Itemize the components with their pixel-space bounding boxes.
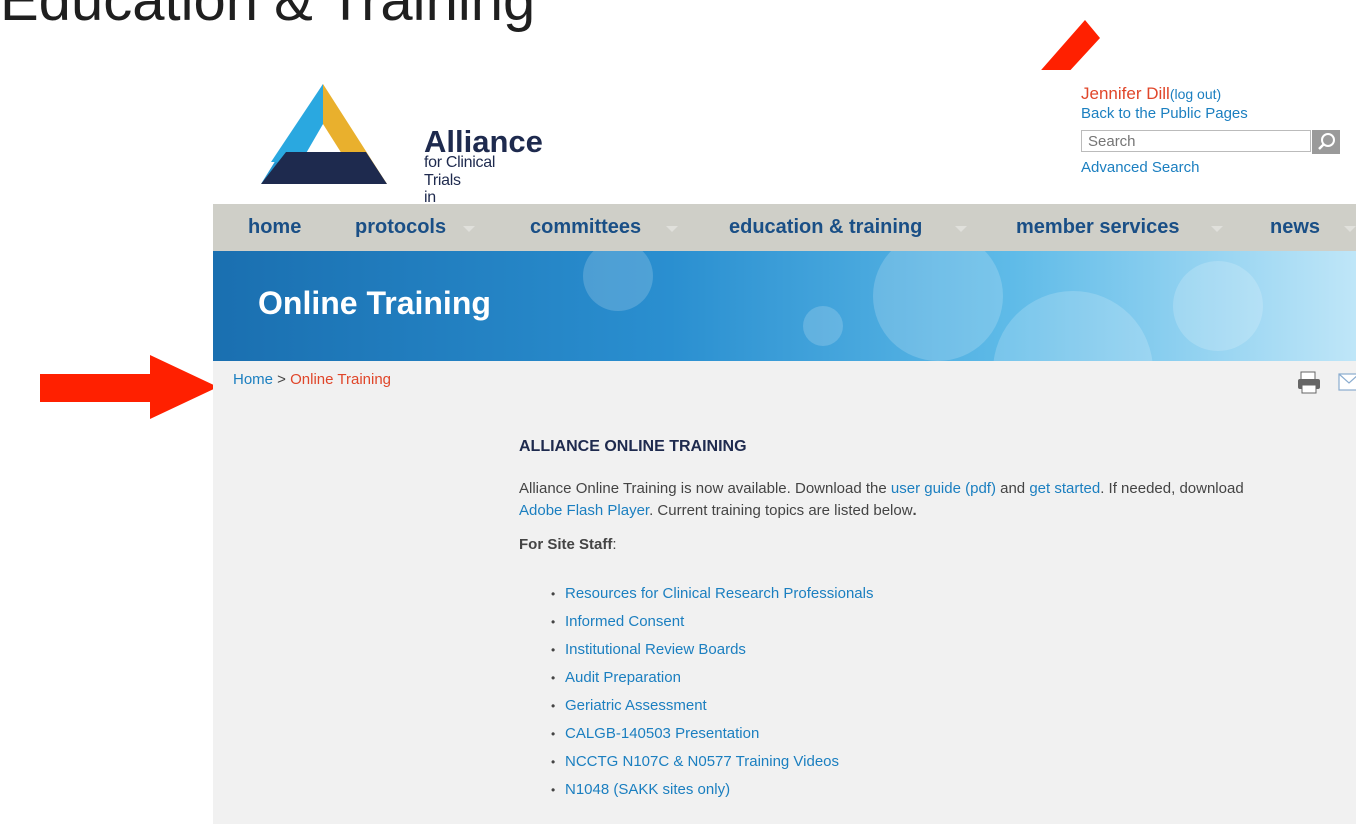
advanced-search-link[interactable]: Advanced Search <box>1081 159 1199 176</box>
content-heading: ALLIANCE ONLINE TRAINING <box>519 438 747 455</box>
nav-protocols[interactable]: protocols <box>355 216 446 239</box>
list-item: CALGB-140503 Presentation <box>551 724 1259 744</box>
list-item: NCCTG N107C & N0577 Training Videos <box>551 752 1259 772</box>
website-frame: Alliance for Clinical Trials in Oncology… <box>213 70 1356 824</box>
logo-subtitle-line1: for Clinical Trials <box>424 154 496 189</box>
nav-member-services[interactable]: member services <box>1016 216 1179 239</box>
nav-home[interactable]: home <box>248 216 301 239</box>
page-title: Online Training <box>258 285 491 321</box>
nav-committees[interactable]: committees <box>530 216 641 239</box>
slide-title: Education & Training <box>0 0 536 33</box>
get-started-link[interactable]: get started <box>1029 480 1100 497</box>
topic-link[interactable]: Audit Preparation <box>565 669 681 686</box>
back-to-public-link[interactable]: Back to the Public Pages <box>1081 105 1248 122</box>
chevron-down-icon <box>1344 226 1356 232</box>
breadcrumb-separator: > <box>273 371 291 388</box>
user-area: Jennifer Dill(log out) Back to the Publi… <box>1081 84 1248 122</box>
topic-link[interactable]: Informed Consent <box>565 613 684 630</box>
annotation-arrow-breadcrumb-head <box>150 355 218 419</box>
list-item: Resources for Clinical Research Professi… <box>551 584 1259 604</box>
chevron-down-icon <box>955 226 967 232</box>
topic-link[interactable]: Geriatric Assessment <box>565 697 707 714</box>
triangle-logo-icon <box>261 84 387 184</box>
user-name[interactable]: Jennifer Dill <box>1081 84 1170 103</box>
intro-text: . If needed, download <box>1100 480 1244 497</box>
chevron-down-icon <box>1211 226 1223 232</box>
topic-link[interactable]: N1048 (SAKK sites only) <box>565 781 730 798</box>
list-item: Geriatric Assessment <box>551 696 1259 716</box>
logout-link[interactable]: (log out) <box>1170 86 1221 102</box>
search-box <box>1081 130 1341 154</box>
alliance-logo[interactable]: Alliance for Clinical Trials in Oncology <box>261 84 543 224</box>
main-content: ALLIANCE ONLINE TRAINING Alliance Online… <box>519 438 1259 808</box>
email-icon[interactable] <box>1338 373 1356 393</box>
intro-text: Alliance Online Training is now availabl… <box>519 480 891 497</box>
banner-bubble-decoration <box>873 251 1003 361</box>
main-nav: home protocols committees education & tr… <box>213 204 1356 251</box>
chevron-down-icon <box>463 226 475 232</box>
annotation-arrow-breadcrumb-shaft <box>40 374 165 402</box>
list-item: Institutional Review Boards <box>551 640 1259 660</box>
intro-paragraph: Alliance Online Training is now availabl… <box>519 478 1259 522</box>
intro-text-period: . <box>912 502 917 519</box>
page-banner: Online Training <box>213 251 1356 361</box>
intro-text: . Current training topics are listed bel… <box>649 502 913 519</box>
topic-link[interactable]: CALGB-140503 Presentation <box>565 725 759 742</box>
nav-news[interactable]: news <box>1270 216 1320 239</box>
search-input[interactable] <box>1081 130 1311 152</box>
chevron-down-icon <box>666 226 678 232</box>
list-item: N1048 (SAKK sites only) <box>551 780 1259 800</box>
topic-link[interactable]: Resources for Clinical Research Professi… <box>565 585 873 602</box>
topic-link[interactable]: Institutional Review Boards <box>565 641 746 658</box>
page-tools <box>1298 370 1356 396</box>
list-item: Audit Preparation <box>551 668 1259 688</box>
breadcrumb-home[interactable]: Home <box>233 371 273 388</box>
banner-bubble-decoration <box>993 291 1153 361</box>
site-staff-label-text: For Site Staff <box>519 536 613 553</box>
breadcrumb: Home > Online Training <box>233 371 391 388</box>
list-item: Informed Consent <box>551 612 1259 632</box>
search-icon <box>1318 133 1335 150</box>
flash-player-link[interactable]: Adobe Flash Player <box>519 502 649 519</box>
nav-education-training[interactable]: education & training <box>729 216 922 239</box>
breadcrumb-current: Online Training <box>290 371 392 388</box>
user-guide-link[interactable]: user guide (pdf) <box>891 480 996 497</box>
site-staff-label-colon: : <box>612 536 617 553</box>
topic-link[interactable]: NCCTG N107C & N0577 Training Videos <box>565 753 839 770</box>
banner-bubble-decoration <box>1173 261 1263 351</box>
site-header: Alliance for Clinical Trials in Oncology… <box>213 70 1356 224</box>
site-staff-label: For Site Staff: <box>519 534 1259 556</box>
banner-bubble-decoration <box>583 251 653 311</box>
banner-bubble-decoration <box>803 306 843 346</box>
search-button[interactable] <box>1312 130 1340 154</box>
training-topics-list: Resources for Clinical Research Professi… <box>519 584 1259 800</box>
intro-text: and <box>995 480 1030 497</box>
logo-name: Alliance <box>424 124 543 159</box>
